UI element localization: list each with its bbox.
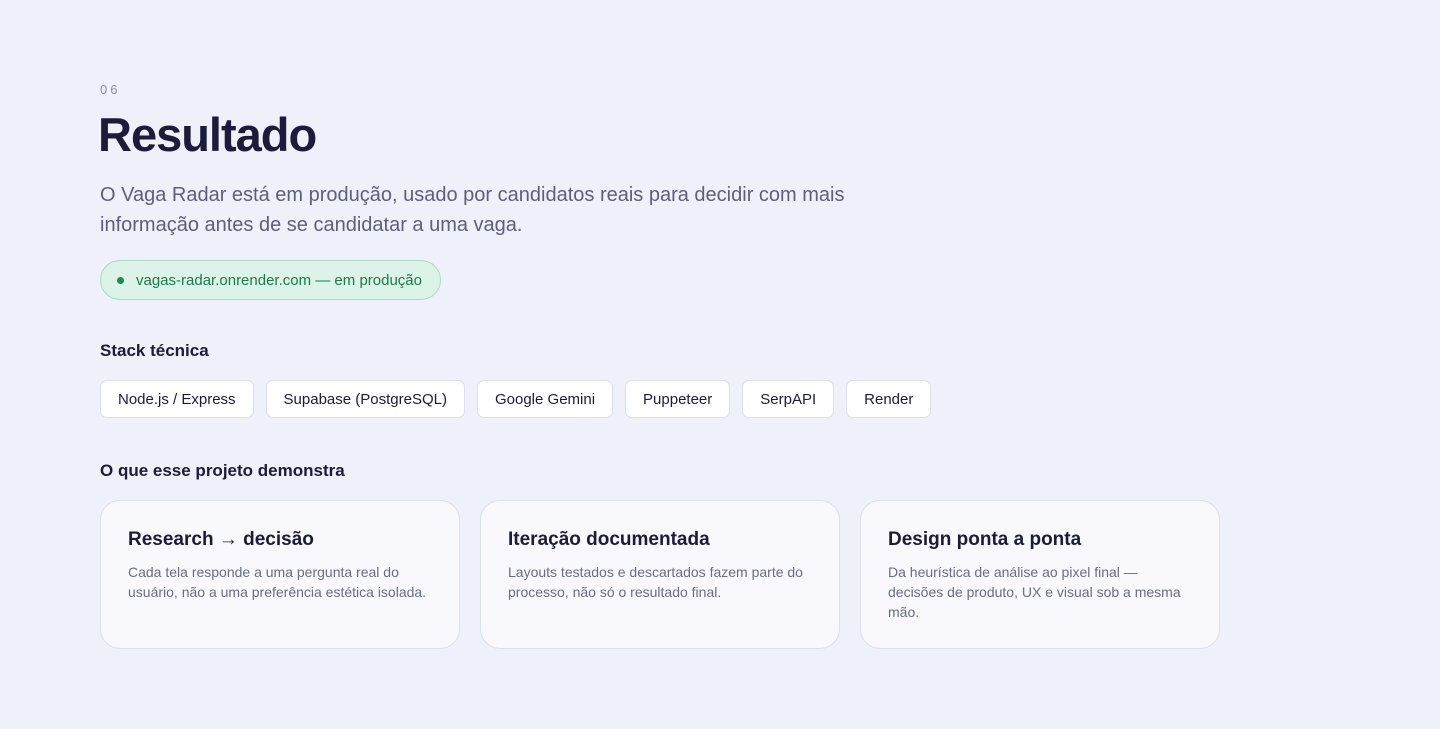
demo-heading: O que esse projeto demonstra	[100, 461, 345, 480]
stack-chip-gemini: Google Gemini	[476, 380, 614, 418]
stack-chip-supabase: Supabase (PostgreSQL)	[265, 380, 465, 418]
card-title: Research → decisão	[128, 529, 314, 550]
section-lead: O Vaga Radar está em produção, usado por…	[100, 184, 845, 236]
stack-chip-nodejs: Node.js / Express	[100, 380, 254, 418]
status-dot-icon	[117, 276, 124, 284]
demo-card-list: Research → decisão Cada tela responde a …	[100, 500, 1220, 649]
card-text: Cada tela responde a uma pergunta real d…	[128, 564, 427, 600]
card-title: Iteração documentada	[508, 529, 710, 550]
production-link[interactable]: vagas-radar.onrender.com — em produção	[100, 260, 441, 300]
demo-card-iteration: Iteração documentada Layouts testados e …	[480, 500, 840, 649]
card-text: Da heurística de análise ao pixel final …	[888, 564, 1181, 620]
stack-heading: Stack técnica	[100, 341, 209, 360]
section-title: Resultado	[98, 108, 317, 161]
stack-chip-serpapi: SerpAPI	[742, 380, 835, 418]
section-number: 06	[100, 82, 121, 97]
card-title: Design ponta a ponta	[888, 529, 1082, 550]
demo-card-research: Research → decisão Cada tela responde a …	[100, 500, 460, 649]
stack-chip-render: Render	[846, 380, 932, 418]
production-link-label: vagas-radar.onrender.com — em produção	[136, 271, 422, 289]
stack-chip-puppeteer: Puppeteer	[625, 380, 731, 418]
card-text: Layouts testados e descartados fazem par…	[508, 564, 803, 600]
demo-card-design: Design ponta a ponta Da heurística de an…	[860, 500, 1220, 649]
stack-chip-list: Node.js / Express Supabase (PostgreSQL) …	[100, 380, 932, 418]
